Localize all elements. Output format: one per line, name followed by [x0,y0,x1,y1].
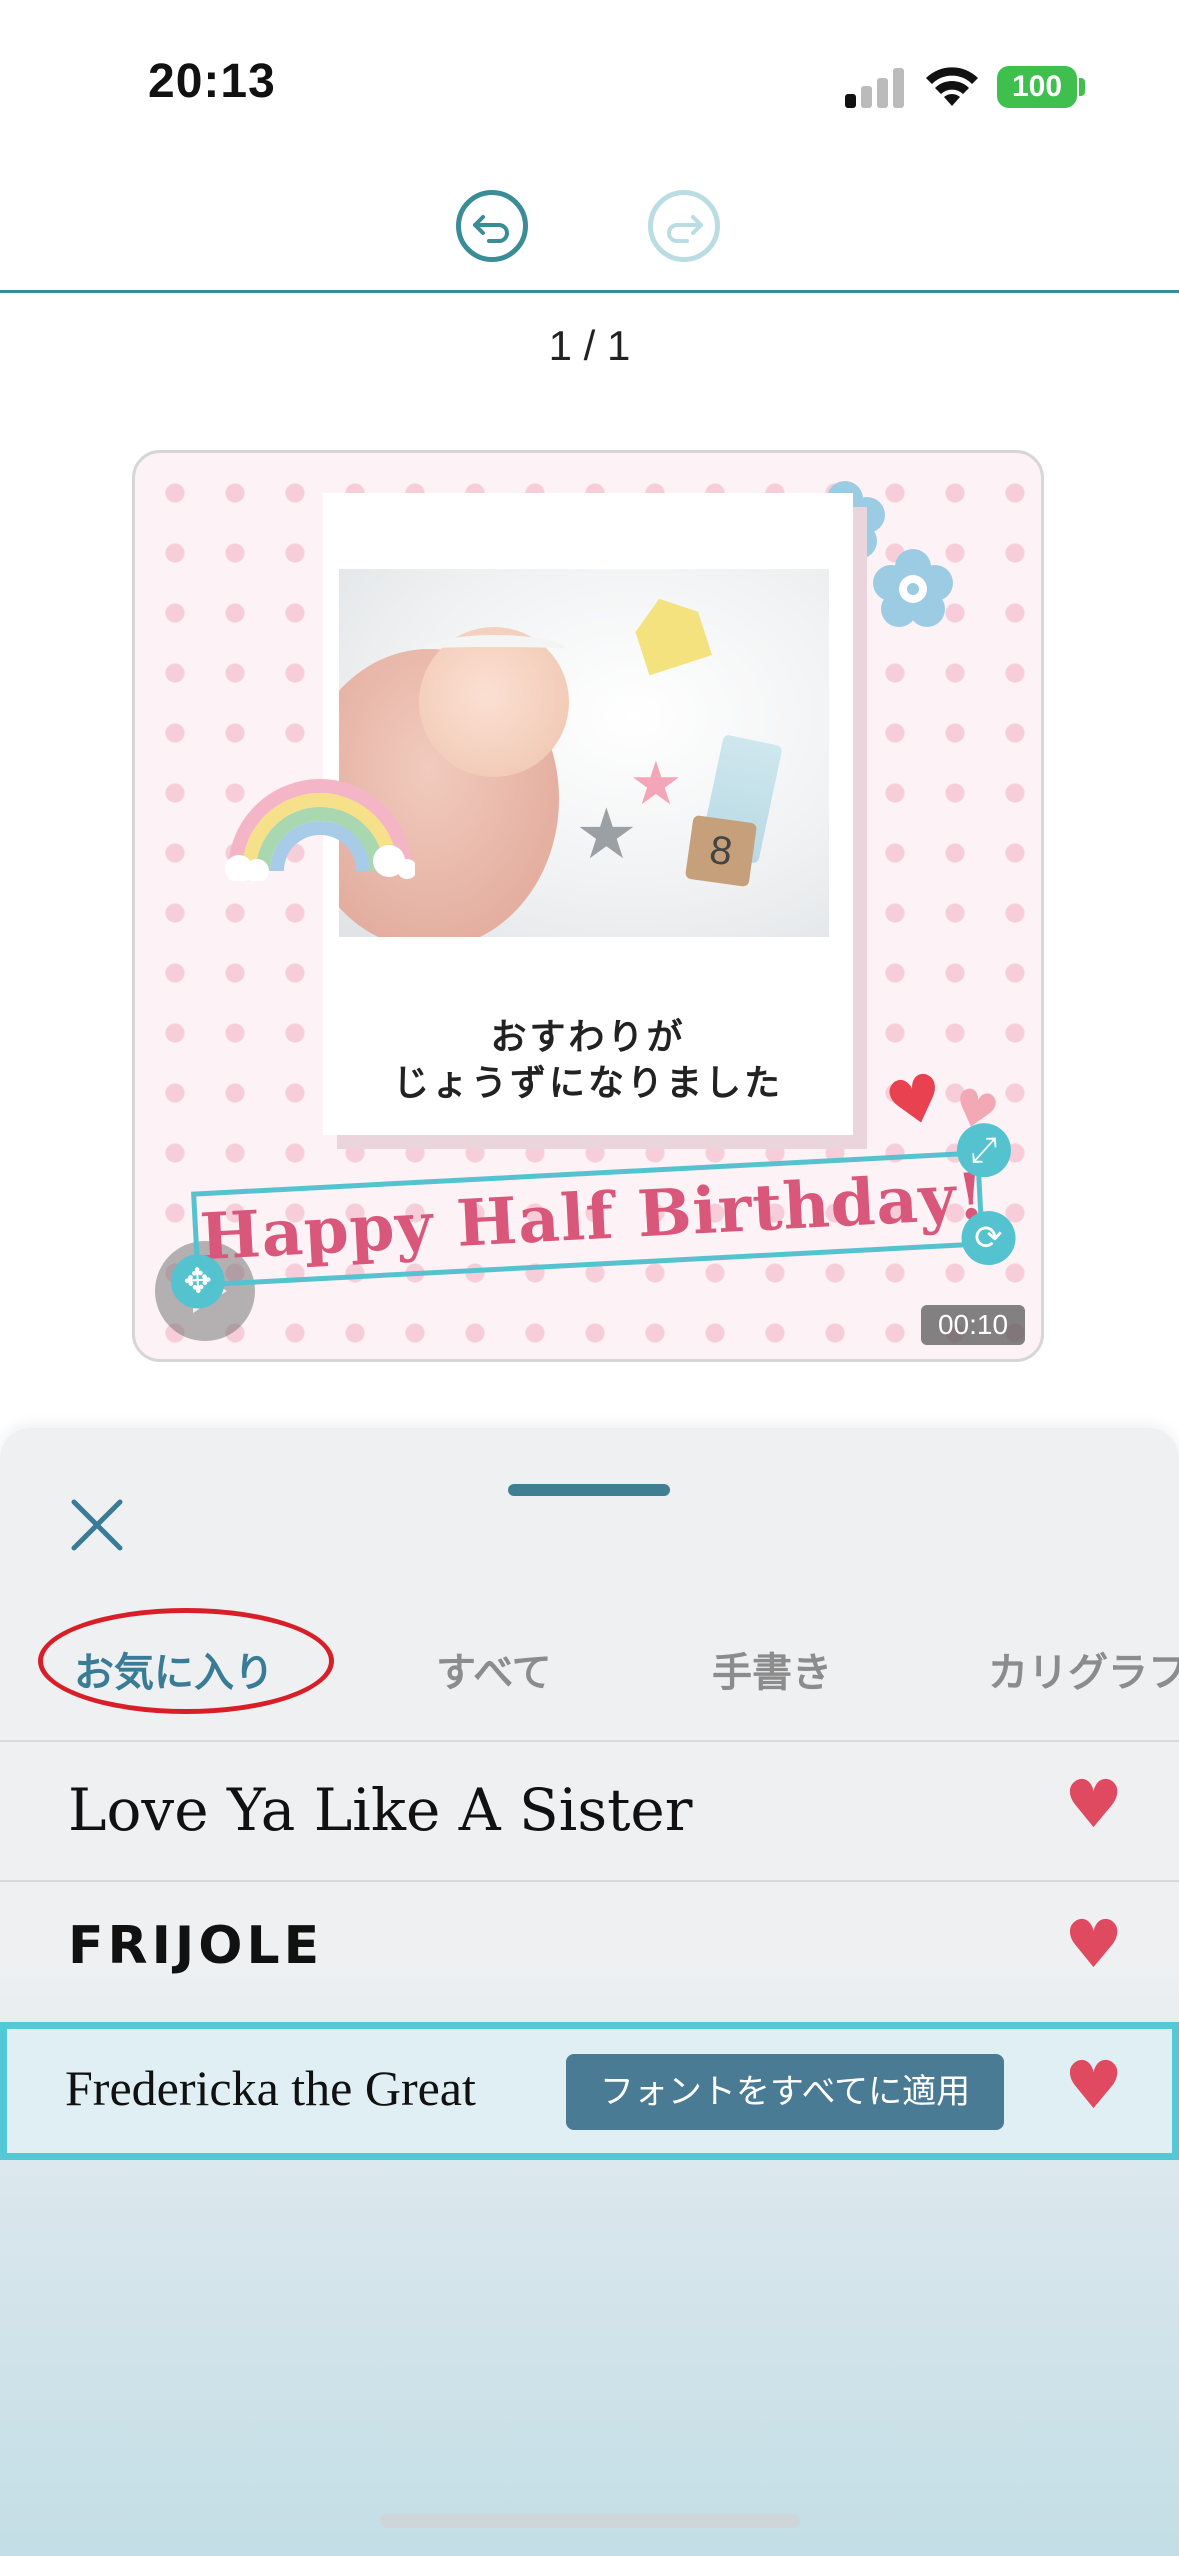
rainbow-sticker[interactable] [225,771,415,881]
baby-photo[interactable]: ★ ★ 8 [339,569,829,937]
header-divider [0,290,1179,293]
favorite-heart-icon[interactable]: ♥ [1064,2053,1123,2119]
tab-calligraphy[interactable]: カリグラフ [988,1640,1179,1698]
signal-icon [845,66,905,108]
redo-button[interactable] [648,190,720,262]
caption-line-1: おすわりが [490,1017,686,1058]
tab-handwriting[interactable]: 手書き [712,1640,832,1698]
title-text[interactable]: Happy Half Birthday! [196,1159,989,1275]
sheet-grabber[interactable] [508,1484,670,1496]
duration-badge: 00:10 [921,1305,1025,1345]
caption-text[interactable]: おすわりが じょうずになりました [323,1015,853,1107]
font-name: FRIJOLE [68,1916,324,1976]
toy-star: ★ [575,793,638,875]
redo-icon [667,215,703,243]
close-icon[interactable] [68,1496,126,1554]
rotate-handle-icon[interactable]: ⟳ [960,1209,1017,1267]
heart-sticker[interactable]: ♥ [878,1059,953,1145]
caption-line-2: じょうずになりました [392,1063,783,1104]
favorite-heart-icon[interactable]: ♥ [1064,1912,1123,1978]
undo-icon [473,215,509,243]
title-text-selection[interactable]: Happy Half Birthday! ✥ ⤢ ⟳ [169,1121,1017,1310]
undo-button[interactable] [456,190,528,262]
annotation-circle [38,1608,334,1714]
toy-block-number: 8 [684,814,758,888]
page-counter: 1 / 1 [548,322,631,369]
wifi-icon [926,67,978,106]
tab-all[interactable]: すべて [436,1640,552,1698]
battery-icon: 100 [997,66,1077,108]
photo-headband [425,635,565,663]
status-time: 20:13 [148,55,276,108]
toy-house [628,589,712,676]
font-list-item[interactable]: FRIJOLE ♥ [0,1882,1179,2020]
font-name: Love Ya Like A Sister [68,1776,693,1844]
favorite-heart-icon[interactable]: ♥ [1064,1772,1123,1838]
card-canvas[interactable]: ★ ★ 8 おすわりが じょうずになりました ♥ ♥ Happy Half Bi… [132,450,1044,1362]
battery-tip [1079,78,1085,96]
font-name: Fredericka the Great [65,2060,476,2116]
home-indicator [380,2514,800,2528]
apply-font-to-all-button[interactable]: フォントをすべてに適用 [566,2054,1004,2130]
flower-sticker[interactable] [873,549,953,629]
font-list-item[interactable]: Love Ya Like A Sister ♥ [0,1742,1179,1880]
